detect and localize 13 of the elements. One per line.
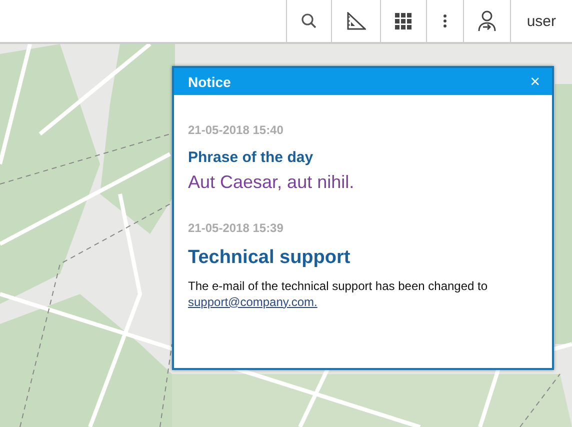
- grid-icon: [394, 12, 412, 30]
- ruler-icon: [346, 12, 366, 30]
- search-icon: [300, 13, 317, 29]
- email-link[interactable]: support@company.com.: [188, 294, 318, 309]
- quote-text: Aut Caesar, aut nihil.: [188, 172, 356, 193]
- message-title: Phrase of the day: [188, 149, 314, 166]
- message-time: 21-05-2018 15:40: [188, 123, 284, 137]
- dialog-title: Notice: [188, 74, 231, 90]
- more-icon: [442, 14, 447, 28]
- message-text: The e-mail of the technical support has been changed to support@company.com.: [188, 279, 489, 310]
- message-title: Technical support: [188, 247, 352, 269]
- user-logout-icon: [478, 10, 496, 32]
- message-time: 21-05-2018 15:39: [188, 221, 284, 235]
